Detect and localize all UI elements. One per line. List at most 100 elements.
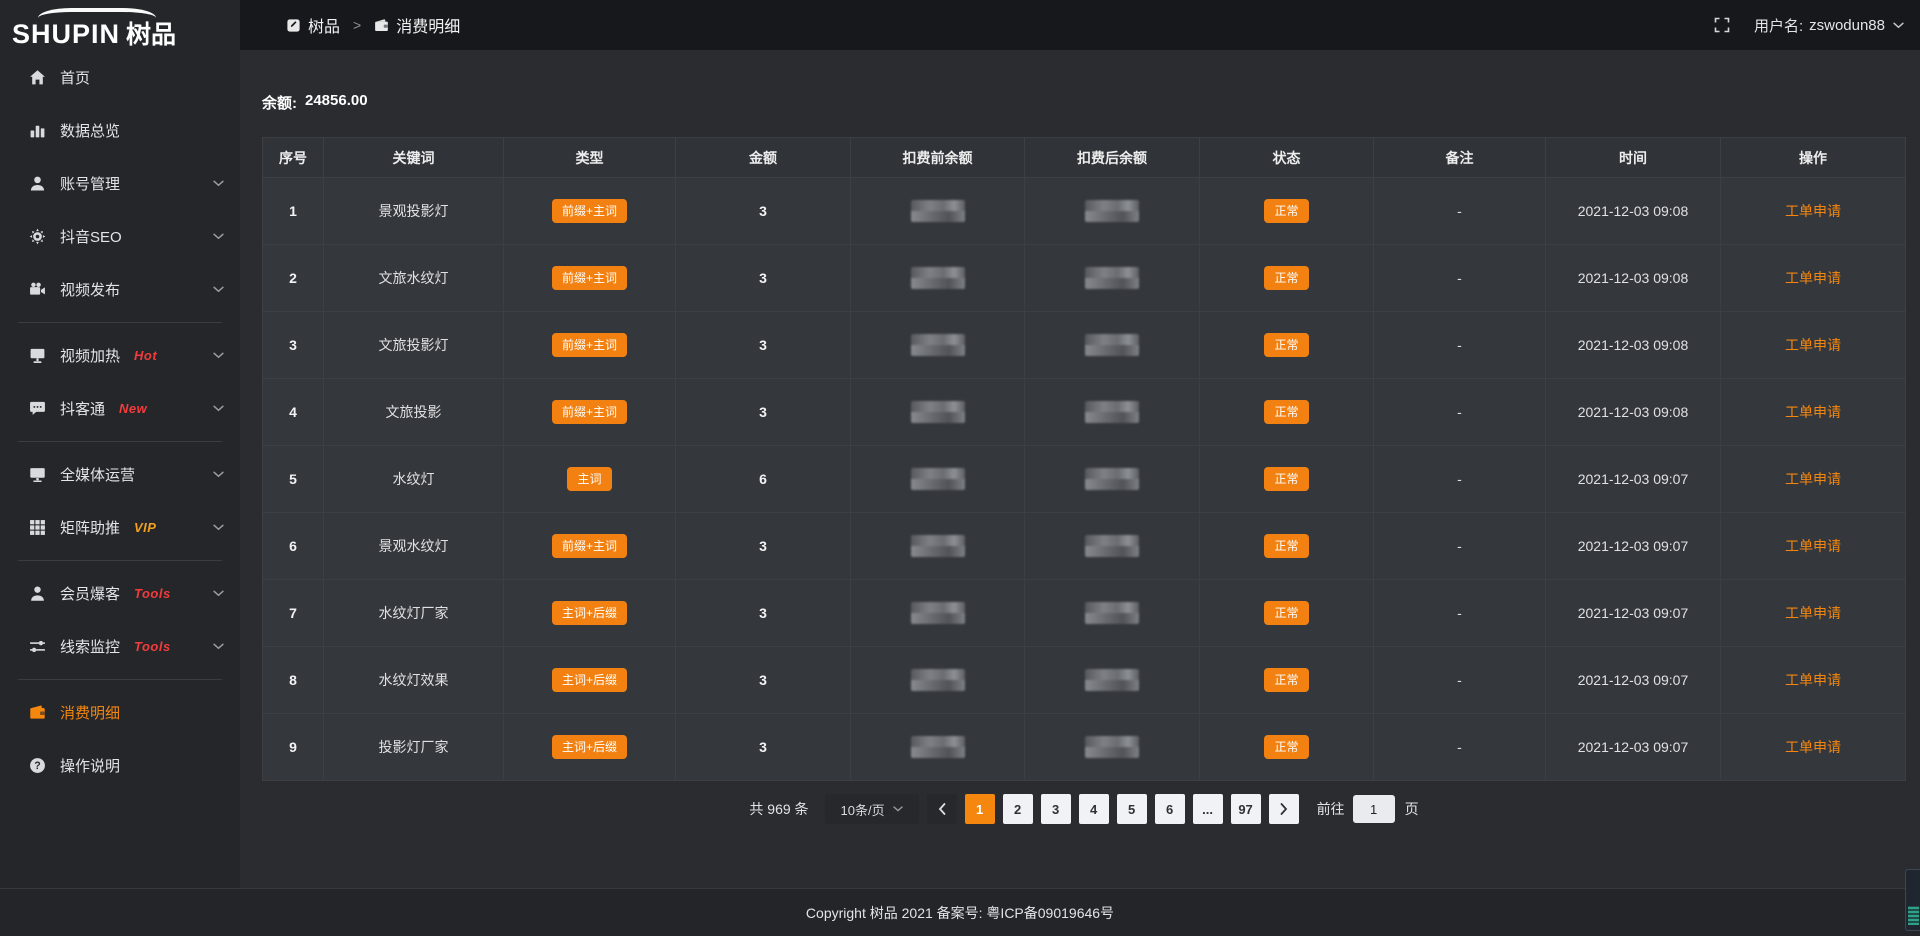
- page-button[interactable]: 97: [1231, 794, 1261, 824]
- cell-amount: 3: [676, 245, 851, 312]
- work-order-link[interactable]: 工单申请: [1785, 670, 1841, 690]
- table-header-row: 序号关键词类型金额扣费前余额扣费后余额状态备注时间操作: [263, 138, 1906, 178]
- sidebar-item[interactable]: 视频加热Hot: [0, 329, 240, 382]
- cell-balance-before: [851, 245, 1025, 312]
- cell-type: 前缀+主词: [504, 513, 676, 580]
- sidebar-item[interactable]: 全媒体运营: [0, 448, 240, 501]
- cell-remark: -: [1374, 580, 1546, 647]
- page-button[interactable]: 5: [1117, 794, 1147, 824]
- fullscreen-icon[interactable]: [1714, 17, 1730, 33]
- cell-balance-after: [1025, 580, 1200, 647]
- floating-widget[interactable]: [1905, 869, 1920, 931]
- sliders-icon: [27, 638, 47, 655]
- content-column: 树品 > 消费明细 用户名: zswodun88 余额: 24: [240, 0, 1920, 936]
- balance-value: 24856.00: [305, 92, 368, 113]
- sidebar-item[interactable]: ? 操作说明: [0, 739, 240, 792]
- sidebar-item[interactable]: 抖音SEO: [0, 210, 240, 263]
- chevron-down-icon: [213, 405, 224, 412]
- status-badge: 正常: [1264, 266, 1308, 290]
- ellipsis-page-button[interactable]: ...: [1193, 794, 1223, 824]
- work-order-link[interactable]: 工单申请: [1785, 536, 1841, 556]
- breadcrumb-separator: >: [353, 17, 361, 33]
- work-order-link[interactable]: 工单申请: [1785, 335, 1841, 355]
- next-page-button[interactable]: [1269, 794, 1299, 824]
- cell-amount: 3: [676, 714, 851, 781]
- column-header: 类型: [504, 138, 676, 178]
- column-header: 序号: [263, 138, 324, 178]
- cell-keyword: 景观投影灯: [324, 178, 504, 245]
- sidebar-item-label: 线索监控: [60, 636, 120, 657]
- sidebar-item-label: 视频加热: [60, 345, 120, 366]
- page-button[interactable]: 6: [1155, 794, 1185, 824]
- member-icon: [27, 585, 47, 602]
- sidebar-item-badge: Tools: [134, 586, 171, 601]
- sidebar-item[interactable]: 视频发布: [0, 263, 240, 316]
- chevron-down-icon: [213, 643, 224, 650]
- work-order-link[interactable]: 工单申请: [1785, 268, 1841, 288]
- cell-keyword: 水纹灯厂家: [324, 580, 504, 647]
- breadcrumb-item-current[interactable]: 消费明细: [374, 13, 460, 37]
- user-menu[interactable]: 用户名: zswodun88: [1754, 15, 1904, 36]
- logo-arc: [38, 8, 156, 18]
- type-badge: 前缀+主词: [552, 199, 627, 223]
- column-header: 扣费前余额: [851, 138, 1025, 178]
- sidebar-item[interactable]: 抖客通New: [0, 382, 240, 435]
- goto-page-input[interactable]: [1353, 795, 1395, 823]
- status-badge: 正常: [1264, 534, 1308, 558]
- sidebar-item[interactable]: 数据总览: [0, 104, 240, 157]
- screen-icon: [27, 347, 47, 364]
- breadcrumb-item-home[interactable]: 树品: [286, 13, 340, 37]
- cell-balance-after: [1025, 513, 1200, 580]
- page-button[interactable]: 1: [965, 794, 995, 824]
- cell-action: 工单申请: [1721, 245, 1906, 312]
- monitor-icon: [27, 466, 47, 483]
- redacted-balance-before: [911, 334, 965, 356]
- svg-text:?: ?: [34, 760, 40, 772]
- sidebar-item[interactable]: 首页: [0, 51, 240, 104]
- cell-serial: 3: [263, 312, 324, 379]
- cell-remark: -: [1374, 312, 1546, 379]
- prev-page-button[interactable]: [927, 794, 957, 824]
- pagination-total: 共 969 条: [749, 799, 808, 819]
- table-row: 5水纹灯主词6正常-2021-12-03 09:07工单申请: [263, 446, 1906, 513]
- table-row: 3文旅投影灯前缀+主词3正常-2021-12-03 09:08工单申请: [263, 312, 1906, 379]
- work-order-link[interactable]: 工单申请: [1785, 603, 1841, 623]
- page-size-select[interactable]: 10条/页: [825, 794, 919, 824]
- sidebar-item-label: 抖音SEO: [60, 226, 122, 247]
- cell-balance-before: [851, 513, 1025, 580]
- cell-remark: -: [1374, 513, 1546, 580]
- redacted-balance-before: [911, 468, 965, 490]
- cell-time: 2021-12-03 09:08: [1546, 379, 1721, 446]
- sidebar-item[interactable]: 线索监控Tools: [0, 620, 240, 673]
- sidebar-item[interactable]: 消费明细: [0, 686, 240, 739]
- chevron-down-icon: [213, 180, 224, 187]
- cell-status: 正常: [1200, 245, 1374, 312]
- cell-serial: 8: [263, 647, 324, 714]
- status-badge: 正常: [1264, 333, 1308, 357]
- page-button[interactable]: 3: [1041, 794, 1071, 824]
- page-button[interactable]: 4: [1079, 794, 1109, 824]
- chevron-down-icon: [213, 471, 224, 478]
- topbar-right: 用户名: zswodun88: [1714, 15, 1904, 36]
- work-order-link[interactable]: 工单申请: [1785, 469, 1841, 489]
- cell-remark: -: [1374, 647, 1546, 714]
- sidebar-item[interactable]: 账号管理: [0, 157, 240, 210]
- sidebar-item-badge: New: [119, 401, 147, 416]
- sidebar-item[interactable]: 会员爆客 Tools: [0, 567, 240, 620]
- page-size-value: 10条/页: [841, 800, 885, 819]
- page-button[interactable]: 2: [1003, 794, 1033, 824]
- type-badge: 主词: [567, 467, 611, 491]
- sidebar-item-label: 会员爆客: [60, 583, 120, 604]
- work-order-link[interactable]: 工单申请: [1785, 737, 1841, 757]
- sidebar-item[interactable]: 矩阵助推VIP: [0, 501, 240, 554]
- cell-balance-after: [1025, 446, 1200, 513]
- table-row: 7水纹灯厂家主词+后缀3正常-2021-12-03 09:07工单申请: [263, 580, 1906, 647]
- table-row: 1景观投影灯前缀+主词3正常-2021-12-03 09:08工单申请: [263, 178, 1906, 245]
- work-order-link[interactable]: 工单申请: [1785, 201, 1841, 221]
- cell-time: 2021-12-03 09:08: [1546, 245, 1721, 312]
- column-header: 备注: [1374, 138, 1546, 178]
- cell-time: 2021-12-03 09:08: [1546, 312, 1721, 379]
- sidebar-item-label: 操作说明: [60, 755, 120, 776]
- work-order-link[interactable]: 工单申请: [1785, 402, 1841, 422]
- footer: Copyright 树品 2021 备案号: 粤ICP备09019646号: [0, 888, 1920, 936]
